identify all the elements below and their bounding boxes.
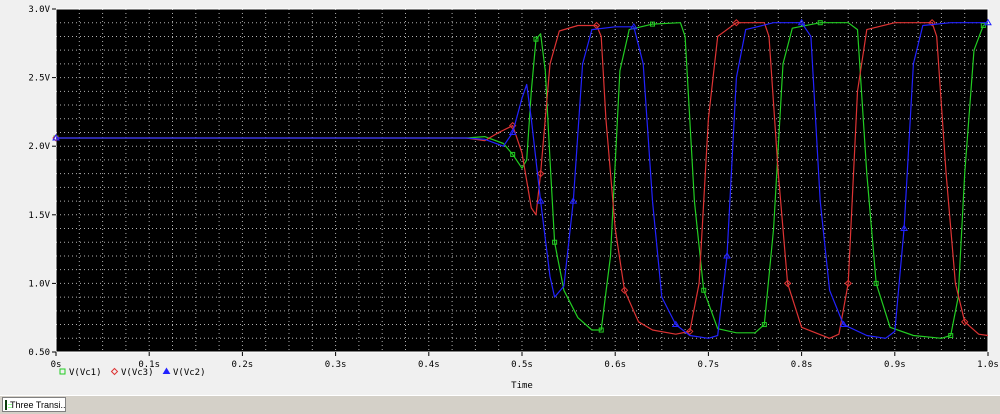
legend-label: V(Vc2) — [173, 368, 206, 378]
y-tick-label: 0.50 — [28, 348, 50, 358]
probe-window-icon — [5, 399, 12, 410]
x-tick-label: 1.0s — [977, 360, 999, 370]
taskbar: Three Transi... — [0, 395, 1000, 414]
probe-plot-window: 0.50 1.0V 1.5V 2.0V 2.5V 3.0V 0s 0.1s 0.2s 0.3s 0.… — [0, 0, 1000, 395]
x-tick-label: 0.2s — [232, 360, 254, 370]
x-axis-label: Time — [511, 381, 533, 391]
legend-label: V(Vc3) — [121, 368, 154, 378]
x-tick-label: 0.3s — [325, 360, 347, 370]
x-tick-label: 0.4s — [418, 360, 440, 370]
legend-item: V(Vc2) — [162, 367, 206, 378]
window-tab-label: Three Transi... — [10, 399, 66, 410]
window-tab[interactable]: Three Transi... — [2, 397, 66, 412]
x-tick-label: 0.8s — [791, 360, 813, 370]
y-tick-label: 2.5V — [28, 74, 50, 84]
y-tick-label: 1.5V — [28, 211, 50, 221]
y-tick-label: 1.0V — [28, 279, 50, 289]
legend-marker — [162, 367, 171, 374]
x-tick-label: 0.9s — [884, 360, 906, 370]
plot-area — [56, 9, 988, 352]
legend-marker — [110, 367, 119, 376]
legend-item: V(Vc1) — [59, 368, 102, 378]
x-tick-label: 0.5s — [511, 360, 533, 370]
x-tick-label: 0.7s — [698, 360, 720, 370]
y-tick-label: 2.0V — [28, 142, 50, 152]
legend-item: V(Vc3) — [110, 367, 154, 378]
y-tick-label: 3.0V — [28, 5, 50, 15]
transient-chart: 0.501.0V1.5V2.0V2.5V3.0V0s 0.1s 0.2s 0.3s 0.… — [28, 5, 999, 391]
x-tick-label: 0.6s — [604, 360, 626, 370]
legend-label: V(Vc1) — [69, 368, 102, 378]
